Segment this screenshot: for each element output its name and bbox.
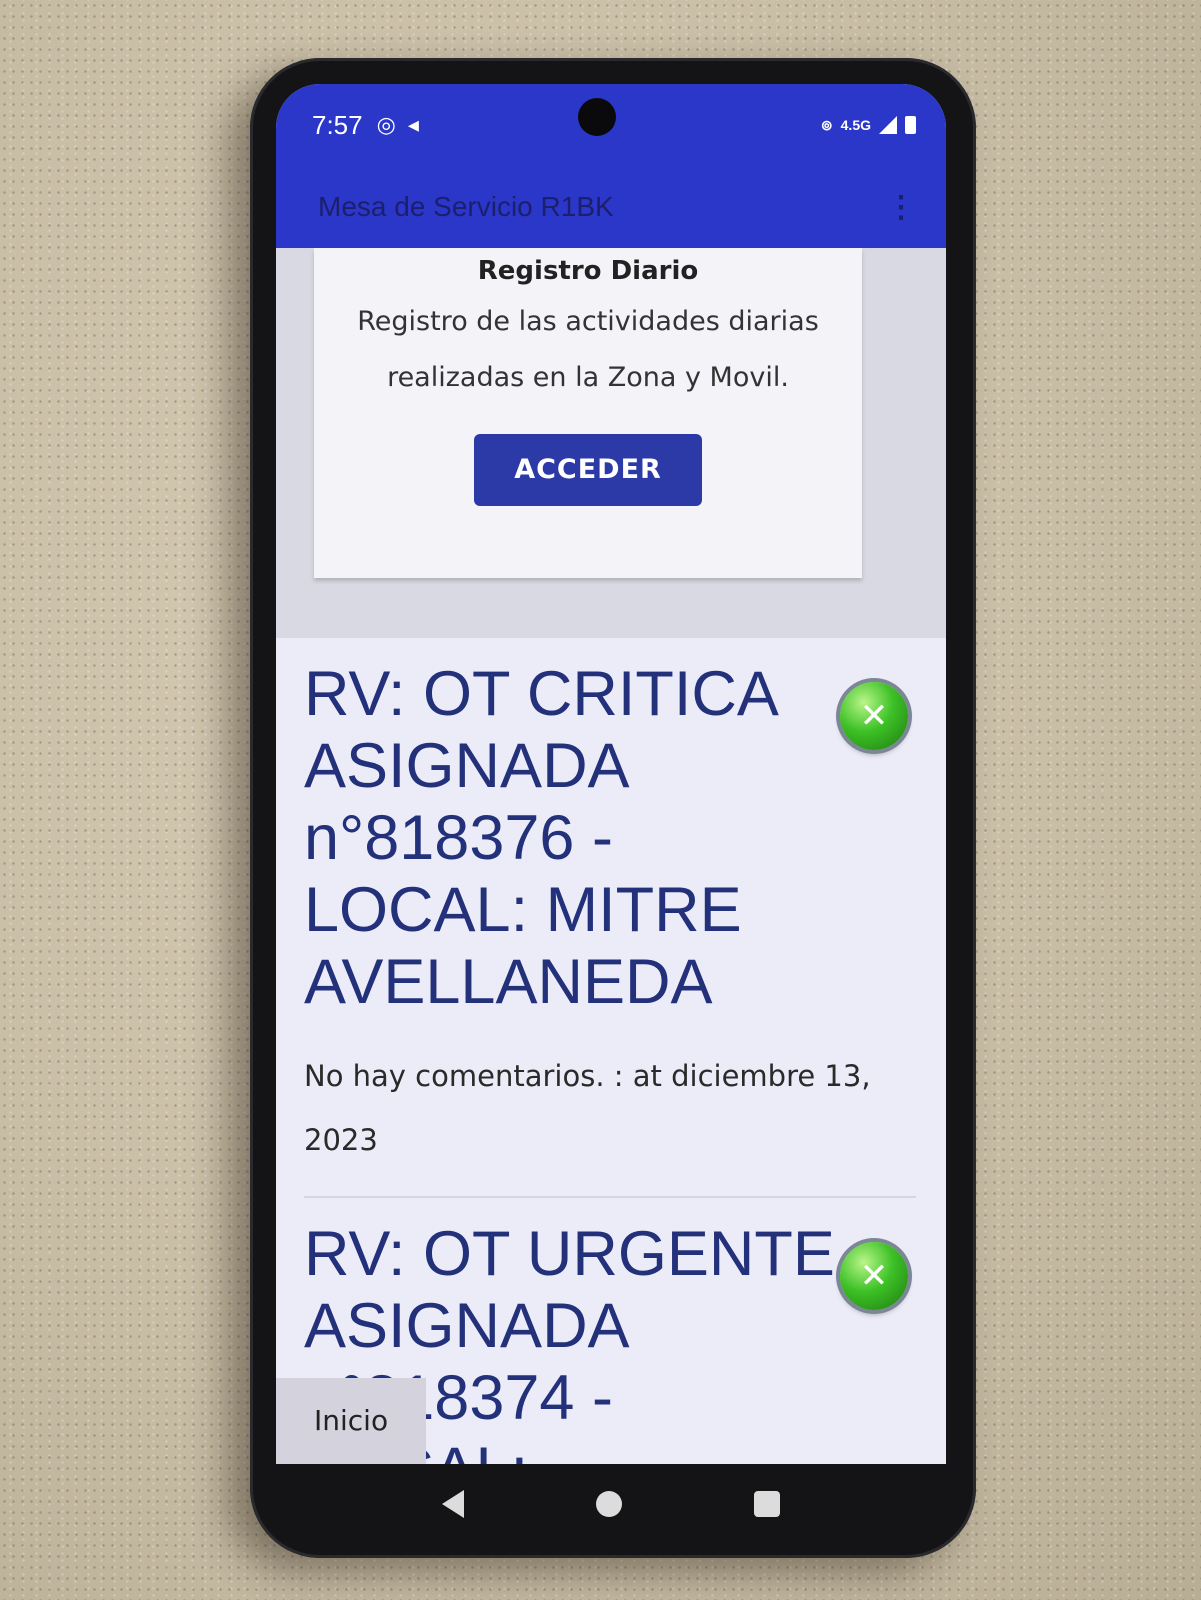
hotspot-icon: ⊚ [820,116,833,133]
whatsapp-icon: ◎ [376,112,396,137]
tools-icon: ✕ [840,682,908,750]
app-title: Mesa de Servicio R1BK [318,191,614,222]
post-item: RV: OT CRITICA ASIGNADA n°818376 - LOCAL… [304,638,916,1182]
status-right-group: ⊚ 4.5G [821,116,916,134]
post-title[interactable]: RV: OT CRITICA ASIGNADA n°818376 - LOCAL… [304,658,916,1018]
home-icon[interactable] [596,1491,622,1517]
post-meta: No hay comentarios. : at diciembre 13, 2… [304,1059,871,1157]
battery-icon [905,116,916,134]
system-nav-bar [276,1464,946,1544]
overflow-menu-icon[interactable]: ⋮ [886,190,916,225]
volume-icon: ◂ [407,112,419,137]
post-list: RV: OT CRITICA ASIGNADA n°818376 - LOCAL… [276,638,946,1464]
registro-card: Registro Diario Registro de las activida… [314,248,862,578]
card-description: Registro de las actividades diarias real… [357,306,819,393]
phone-device: 7:57 ◎ ◂ ⊚ 4.5G Mesa de Servicio R1BK ⋮ … [250,58,976,1558]
phone-screen: 7:57 ◎ ◂ ⊚ 4.5G Mesa de Servicio R1BK ⋮ … [276,84,946,1464]
inicio-tab[interactable]: Inicio [276,1378,426,1464]
card-section: Registro Diario Registro de las activida… [276,248,946,638]
signal-icon [879,116,897,134]
tools-icon: ✕ [840,1242,908,1310]
front-camera [578,98,616,136]
card-title: Registro Diario [477,256,699,286]
back-icon[interactable] [442,1490,464,1518]
recents-icon[interactable] [754,1491,780,1517]
network-label: 4.5G [840,117,871,133]
app-bar: Mesa de Servicio R1BK ⋮ [276,166,946,248]
acceder-button[interactable]: ACCEDER [474,434,702,506]
status-time: 7:57 [312,109,363,140]
